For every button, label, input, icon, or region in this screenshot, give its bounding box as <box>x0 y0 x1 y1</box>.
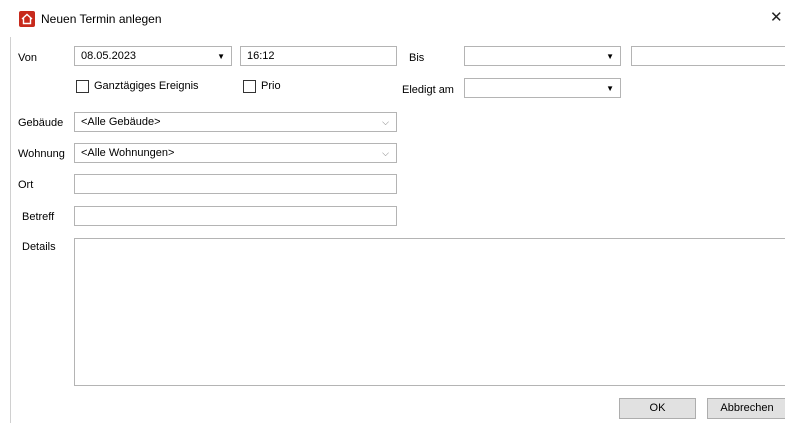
ganztaegig-label: Ganztägiges Ereignis <box>94 80 199 92</box>
chevron-down-icon[interactable]: ⌵ <box>382 144 389 162</box>
bis-date-picker[interactable]: ▼ <box>464 46 621 66</box>
details-label: Details <box>22 241 56 253</box>
ganztaegig-checkbox[interactable] <box>76 80 89 93</box>
home-icon <box>19 11 35 27</box>
betreff-input[interactable] <box>74 206 397 226</box>
dialog-window: Neuen Termin anlegen ✕ Von 08.05.2023 ▼ … <box>0 0 785 423</box>
dropdown-arrow-icon[interactable]: ▼ <box>217 47 225 65</box>
wohnung-select[interactable]: <Alle Wohnungen> ⌵ <box>74 143 397 163</box>
ort-input[interactable] <box>74 174 397 194</box>
close-button[interactable]: ✕ <box>770 8 785 28</box>
dropdown-arrow-icon[interactable]: ▼ <box>606 47 614 65</box>
prio-checkbox[interactable] <box>243 80 256 93</box>
gebaeude-label: Gebäude <box>18 117 64 129</box>
prio-label: Prio <box>261 80 281 92</box>
window-title: Neuen Termin anlegen <box>41 12 162 26</box>
cancel-button[interactable]: Abbrechen <box>707 398 785 419</box>
gebaeude-select[interactable]: <Alle Gebäude> ⌵ <box>74 112 397 132</box>
erledigt-label: Eledigt am <box>402 84 454 96</box>
bis-label: Bis <box>409 52 425 64</box>
ok-button[interactable]: OK <box>619 398 696 419</box>
von-date-value: 08.05.2023 <box>81 50 137 62</box>
erledigt-date-picker[interactable]: ▼ <box>464 78 621 98</box>
chevron-down-icon[interactable]: ⌵ <box>382 113 389 131</box>
wohnung-value: <Alle Wohnungen> <box>81 147 175 159</box>
window-border <box>10 37 11 423</box>
gebaeude-value: <Alle Gebäude> <box>81 116 161 128</box>
ort-label: Ort <box>18 179 34 191</box>
von-time-input[interactable]: 16:12 <box>240 46 397 66</box>
bis-time-input[interactable] <box>631 46 785 66</box>
wohnung-label: Wohnung <box>18 148 65 160</box>
dropdown-arrow-icon[interactable]: ▼ <box>606 79 614 97</box>
title-bar: Neuen Termin anlegen ✕ <box>0 0 785 37</box>
von-date-picker[interactable]: 08.05.2023 ▼ <box>74 46 232 66</box>
details-textarea[interactable] <box>74 238 785 386</box>
von-label: Von <box>18 52 37 64</box>
betreff-label: Betreff <box>22 211 55 223</box>
